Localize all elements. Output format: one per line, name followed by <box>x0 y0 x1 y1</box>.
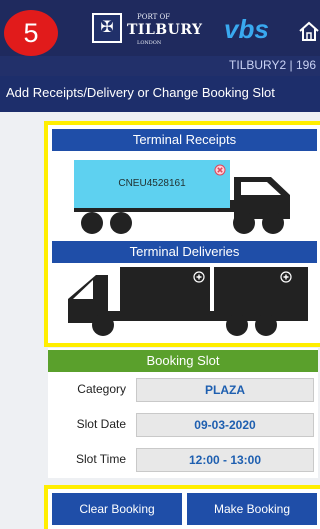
slot-time-value: 12:00 - 13:00 <box>136 448 314 472</box>
booking-slot-header: Booking Slot <box>48 350 318 372</box>
clear-booking-button[interactable]: Clear Booking <box>52 493 182 525</box>
make-booking-button[interactable]: Make Booking <box>187 493 317 525</box>
receipts-truck-area: CNEU4528161 <box>48 151 320 237</box>
category-value: PLAZA <box>136 378 314 402</box>
category-label: Category <box>77 382 126 396</box>
logo-main-text: TILBURY <box>127 22 203 38</box>
slot-date-label: Slot Date <box>76 417 126 431</box>
logo-top-text: PORT OF <box>137 13 171 21</box>
terminal-deliveries-header: Terminal Deliveries <box>52 241 317 263</box>
port-crest-icon: ✠ <box>92 13 122 43</box>
container-id: CNEU4528161 <box>118 178 186 189</box>
home-icon[interactable] <box>298 20 320 42</box>
slot-time-label: Slot Time <box>75 452 126 466</box>
terminal-receipts-header: Terminal Receipts <box>52 129 317 151</box>
remove-container-icon[interactable] <box>214 164 226 176</box>
receipts-deliveries-panel: Terminal Receipts CNEU4528161 Terminal D… <box>44 121 320 347</box>
vbs-logo: vbs <box>224 14 269 44</box>
booking-actions-panel: Clear Booking Make Booking <box>44 485 320 529</box>
session-bar: TILBURY2 | 196 <box>0 56 320 76</box>
page-title: Add Receipts/Delivery or Change Booking … <box>6 85 275 100</box>
booking-slot-card: Booking Slot Category PLAZA Slot Date 09… <box>48 348 318 478</box>
add-delivery-right-icon[interactable] <box>280 271 292 283</box>
session-text: TILBURY2 | 196 <box>229 58 316 72</box>
step-badge: 5 <box>4 10 58 56</box>
logo-bottom-text: LONDON <box>137 40 162 46</box>
slot-date-value: 09-03-2020 <box>136 413 314 437</box>
deliveries-truck-area <box>48 263 320 339</box>
add-delivery-left-icon[interactable] <box>193 271 205 283</box>
title-bar: Add Receipts/Delivery or Change Booking … <box>0 76 320 112</box>
